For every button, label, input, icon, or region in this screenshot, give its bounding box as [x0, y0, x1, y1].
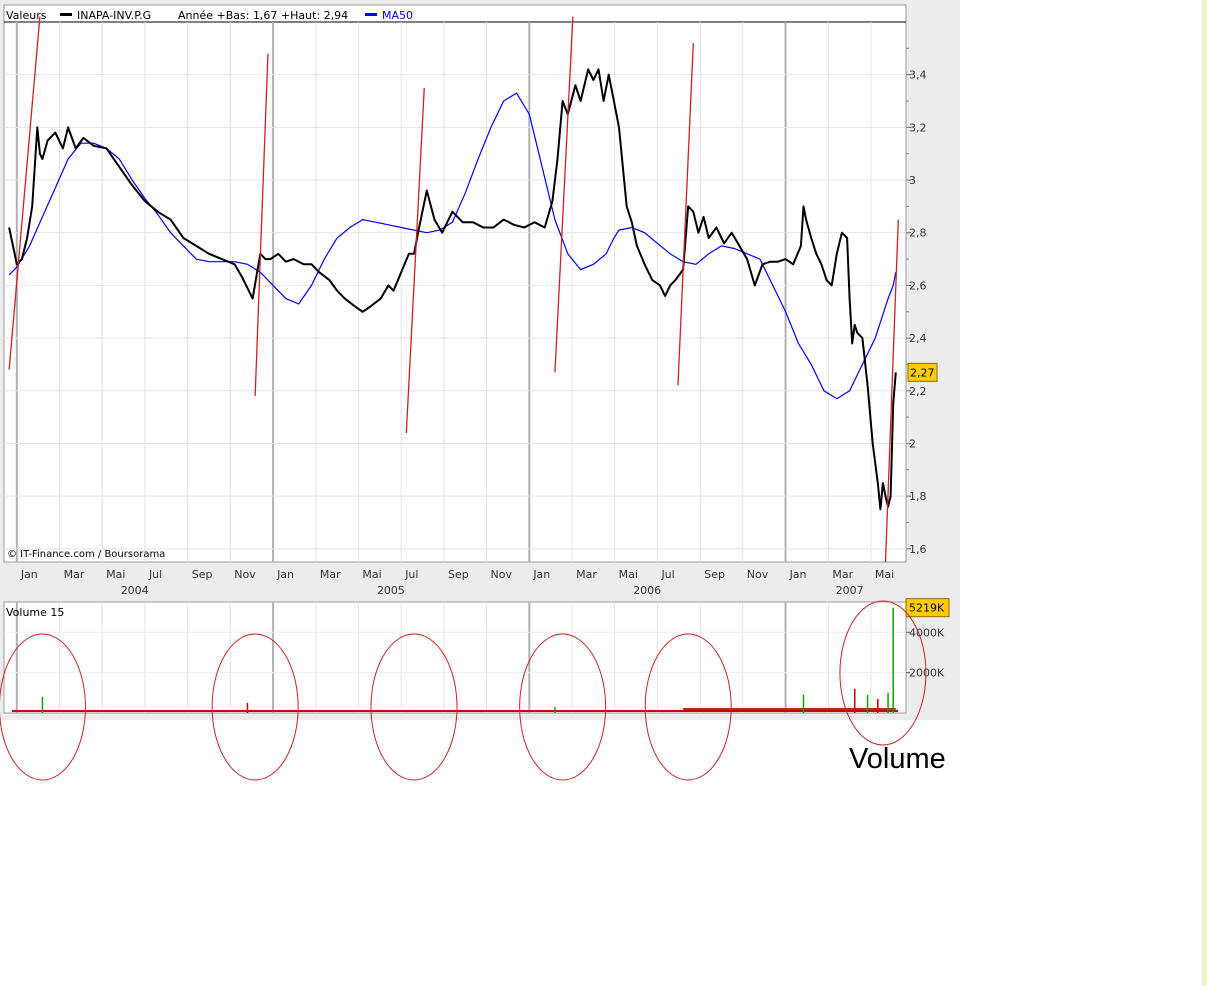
legend-values-label: Valeurs [6, 9, 47, 22]
month-tick-label: Jan [20, 568, 38, 581]
month-tick-label: Sep [704, 568, 725, 581]
price-volume-chart: Valeurs INAPA-INV.P.G Année +Bas: 1,67 +Ha… [0, 4, 950, 781]
volume-tick-label: 2000K [909, 667, 945, 680]
chart-credit: © IT-Finance.com / Boursorama [7, 549, 165, 560]
year-label: 2006 [633, 584, 661, 597]
month-tick-label: Nov [747, 568, 769, 581]
month-tick-label: Jan [532, 568, 550, 581]
month-tick-label: Jul [404, 568, 418, 581]
legend-series-swatch [60, 13, 72, 16]
year-label: 2007 [836, 584, 864, 597]
month-tick-label: Jul [148, 568, 162, 581]
volume-annotation: Volume [849, 743, 946, 775]
month-tick-label: Mai [106, 568, 125, 581]
volume-tick-label: 4000K [909, 626, 945, 639]
legend-series-label: INAPA-INV.P.G [77, 9, 151, 22]
month-tick-label: Jul [660, 568, 674, 581]
year-label: 2005 [377, 584, 405, 597]
month-tick-label: Jan [276, 568, 294, 581]
price-panel [3, 4, 907, 563]
month-tick-label: Mar [576, 568, 597, 581]
legend-range-label: Année +Bas: 1,67 +Haut: 2,94 [178, 9, 348, 22]
month-tick-label: Mar [320, 568, 341, 581]
month-tick-label: Sep [448, 568, 469, 581]
price-tick-label: 3,4 [909, 69, 927, 82]
price-tick-label: 3 [909, 174, 916, 187]
legend-ma-swatch [365, 13, 377, 16]
month-tick-label: Nov [234, 568, 256, 581]
legend-ma-label: MA50 [382, 9, 413, 22]
month-tick-label: Mar [64, 568, 85, 581]
volume-title: Volume 15 [6, 606, 64, 619]
month-tick-label: Jan [789, 568, 807, 581]
price-tick-label: 2,2 [909, 385, 927, 398]
last-volume-label: 5219K [909, 602, 945, 615]
right-edge-strip [1202, 0, 1207, 986]
month-tick-label: Mai [362, 568, 381, 581]
month-tick-label: Mar [832, 568, 853, 581]
price-tick-label: 1,8 [909, 490, 927, 503]
last-price-label: 2,27 [910, 366, 935, 379]
price-tick-label: 1,6 [909, 543, 927, 556]
month-tick-label: Mai [619, 568, 638, 581]
price-tick-label: 2 [909, 437, 916, 450]
month-tick-label: Sep [192, 568, 213, 581]
year-label: 2004 [121, 584, 149, 597]
month-tick-label: Nov [491, 568, 513, 581]
price-tick-label: 2,6 [909, 279, 927, 292]
price-tick-label: 2,4 [909, 332, 927, 345]
volume-panel [3, 601, 907, 714]
month-tick-label: Mai [875, 568, 894, 581]
price-tick-label: 3,2 [909, 121, 927, 134]
price-tick-label: 2,8 [909, 227, 927, 240]
